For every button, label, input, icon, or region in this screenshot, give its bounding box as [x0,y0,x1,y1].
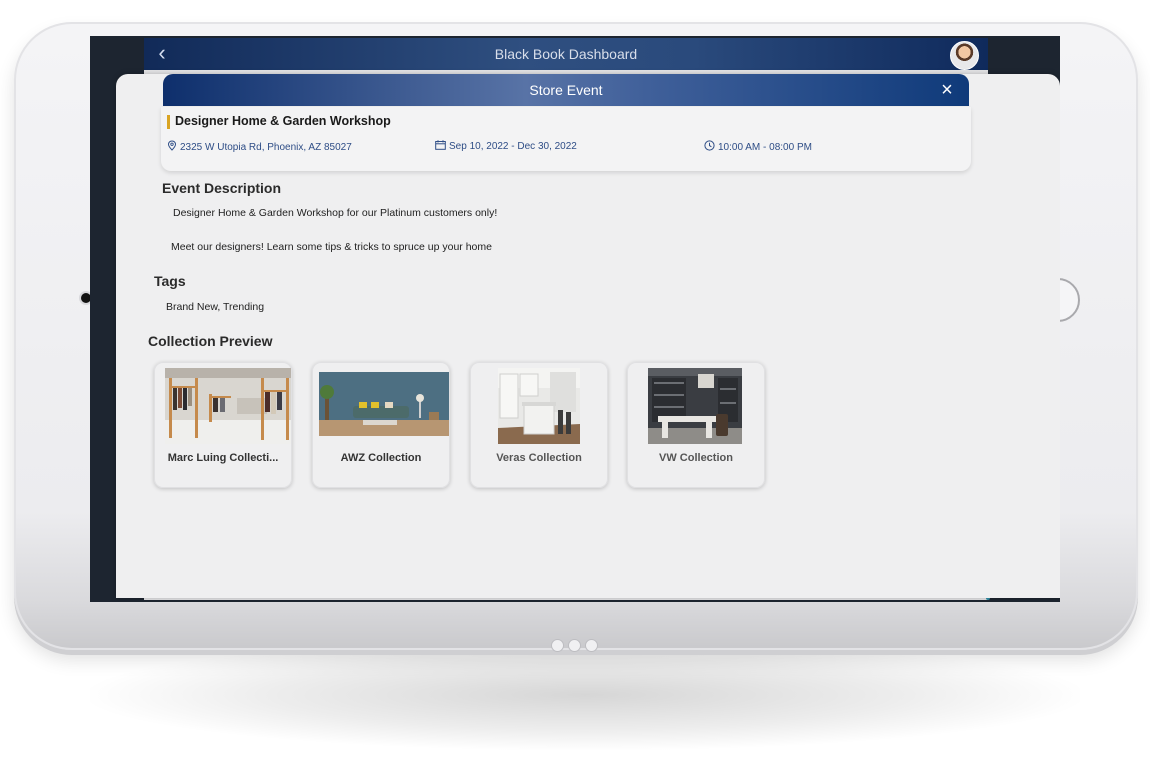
collection-card[interactable]: VW Collection [627,362,765,488]
modal-header: Store Event × [163,74,969,106]
event-summary-card: Designer Home & Garden Workshop 2325 W U… [161,107,971,171]
home-office-photo [648,368,742,444]
tags-value: Brand New, Trending [166,301,265,313]
collection-preview-heading: Collection Preview [148,333,273,349]
living-room-photo [319,372,449,436]
store-event-modal: Store Event × Designer Home & Garden Wor… [116,74,1060,598]
dot [585,639,598,652]
app-title: Black Book Dashboard [494,46,638,62]
collection-label: Veras Collection [496,452,582,464]
close-icon[interactable]: × [935,78,959,102]
event-dates: Sep 10, 2022 - Dec 30, 2022 [435,140,577,153]
collection-label: VW Collection [659,452,733,464]
hours-text: 10:00 AM - 08:00 PM [718,141,812,153]
event-name: Designer Home & Garden Workshop [175,114,391,128]
calendar-icon [435,140,446,153]
modal-title: Store Event [529,82,603,98]
event-address[interactable]: 2325 W Utopia Rd, Phoenix, AZ 85027 [167,140,352,154]
collection-label: AWZ Collection [340,452,422,464]
event-description-heading: Event Description [162,180,282,196]
device-shadow [90,640,1080,750]
collection-card[interactable]: AWZ Collection [312,362,450,488]
dates-text: Sep 10, 2022 - Dec 30, 2022 [449,141,577,152]
description-line-1: Designer Home & Garden Workshop for our … [173,207,498,219]
dot [568,639,581,652]
accent-bar [167,115,170,129]
tablet-screen: ‹ Black Book Dashboard Store Event × Des… [90,36,1060,602]
collection-card[interactable]: Marc Luing Collecti... [154,362,292,488]
map-pin-icon [167,140,177,154]
avatar[interactable] [950,41,979,70]
clothing-store-photo [165,368,291,444]
collection-label: Marc Luing Collecti... [167,452,279,464]
collection-card[interactable]: Veras Collection [470,362,608,488]
dot [551,639,564,652]
clock-icon [704,140,715,154]
device-dots [551,639,598,652]
event-hours: 10:00 AM - 08:00 PM [704,140,812,154]
tags-heading: Tags [154,273,186,289]
address-text: 2325 W Utopia Rd, Phoenix, AZ 85027 [180,141,352,153]
kitchen-photo [498,368,580,444]
app-header: ‹ Black Book Dashboard [144,38,988,70]
description-line-2: Meet our designers! Learn some tips & tr… [171,241,492,253]
